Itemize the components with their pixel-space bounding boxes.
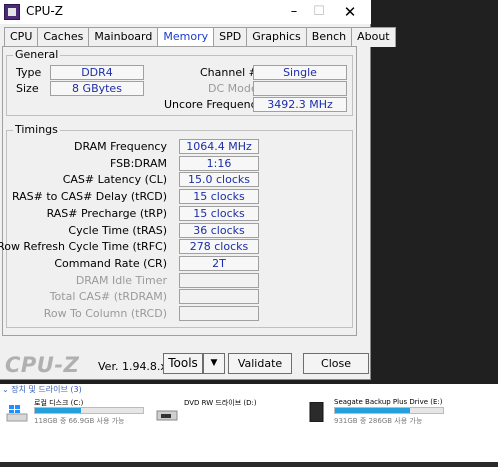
timing-label: Cycle Time (tRAS) [68, 223, 167, 237]
drive-usage-fill [335, 408, 410, 413]
drive-usage-fill [35, 408, 82, 413]
drive-name: DVD RW 드라이브 (D:) [184, 399, 257, 407]
tab-cpu[interactable]: CPU [4, 27, 39, 47]
timing-label: Row To Column (tRCD) [43, 307, 167, 320]
close-window-button[interactable]: ✕ [336, 2, 364, 22]
size-label: Size [16, 82, 39, 95]
timing-value: 2T [179, 255, 259, 271]
windows-drive-icon [6, 405, 28, 422]
title-bar[interactable]: CPU-Z – ☐ ✕ [0, 0, 371, 24]
tab-mainboard[interactable]: Mainboard [88, 27, 159, 47]
window-title: CPU-Z [26, 4, 63, 18]
general-group-label: General [13, 48, 61, 61]
dc-mode-label: DC Mode [208, 82, 258, 95]
background-area [371, 0, 498, 384]
timing-value: 1064.4 MHz [179, 139, 259, 154]
tools-button[interactable]: Tools [163, 353, 203, 374]
timing-label: DRAM Frequency [73, 140, 167, 153]
timing-value: 15 clocks [179, 189, 259, 205]
tab-bench[interactable]: Bench [305, 27, 353, 47]
timing-label: FSB:DRAM [109, 156, 167, 170]
timing-label: CAS# Latency (CL) [62, 173, 167, 187]
footer-bar: CPU-Z Ver. 1.94.8.x64 Tools ▼ Validate C… [0, 350, 371, 380]
timings-group-label: Timings [13, 123, 60, 136]
tab-about[interactable]: About [351, 27, 396, 47]
tools-dropdown-button[interactable]: ▼ [203, 353, 225, 374]
minimize-button[interactable]: – [280, 2, 308, 22]
timing-label: Command Rate (CR) [54, 256, 167, 270]
cpuz-brand-logo: CPU-Z [5, 353, 80, 377]
timing-value: 278 clocks [179, 239, 259, 255]
drive-space-info: 118GB 중 66.9GB 사용 가능 [34, 417, 125, 425]
tab-graphics[interactable]: Graphics [246, 27, 307, 47]
timing-value: 15 clocks [179, 205, 259, 221]
uncore-frequency-label: Uncore Frequency [164, 98, 264, 111]
tab-spd[interactable]: SPD [213, 27, 248, 47]
dc-mode-value [253, 81, 347, 96]
external-drive-icon [309, 402, 324, 422]
type-label: Type [16, 66, 42, 79]
close-button[interactable]: Close [303, 353, 369, 374]
taskbar-edge [0, 462, 498, 467]
timing-value [179, 306, 259, 321]
timing-label: DRAM Idle Timer [75, 273, 167, 287]
drive-name: Seagate Backup Plus Drive (E:) [334, 398, 443, 406]
timing-label: RAS# Precharge (tRP) [46, 206, 167, 220]
timing-label: Total CAS# (tRDRAM) [49, 290, 167, 304]
drive-usage-bar [334, 407, 444, 414]
timing-value: 36 clocks [179, 222, 259, 238]
tab-bar: CPU Caches Mainboard Memory SPD Graphics Bench… [4, 27, 396, 48]
file-explorer-drives-panel: ⌄ 장치 및 드라이브 (3) 로컬 디스크 (C:) 118GB 중 66.9… [0, 384, 498, 467]
timing-label: Row Refresh Cycle Time (tRFC) [0, 240, 167, 254]
channel-label: Channel # [200, 66, 258, 79]
type-value: DDR4 [50, 65, 144, 80]
cpuz-window: CPU-Z – ☐ ✕ CPU Caches Mainboard Memory SPD G… [0, 0, 396, 380]
drive-space-info: 931GB 중 286GB 사용 가능 [334, 417, 423, 425]
uncore-frequency-value: 3492.3 MHz [253, 97, 347, 112]
cpuz-app-icon [4, 4, 20, 20]
drive-usage-bar [34, 407, 144, 414]
timing-label: RAS# to CAS# Delay (tRCD) [11, 190, 167, 204]
maximize-button[interactable]: ☐ [305, 2, 333, 22]
timing-value: 15.0 clocks [179, 172, 259, 188]
validate-button[interactable]: Validate [228, 353, 292, 374]
timing-value [179, 289, 259, 305]
devices-and-drives-header[interactable]: ⌄ 장치 및 드라이브 (3) [2, 384, 82, 395]
timing-value: 1:16 [179, 155, 259, 171]
tab-memory[interactable]: Memory [157, 27, 215, 48]
screen: CPU-Z – ☐ ✕ CPU Caches Mainboard Memory SPD G… [0, 0, 498, 467]
timing-value [179, 272, 259, 288]
channel-value: Single [253, 65, 347, 80]
size-value: 8 GBytes [50, 81, 144, 96]
dvd-drive-icon [156, 410, 178, 421]
tab-caches[interactable]: Caches [37, 27, 90, 47]
